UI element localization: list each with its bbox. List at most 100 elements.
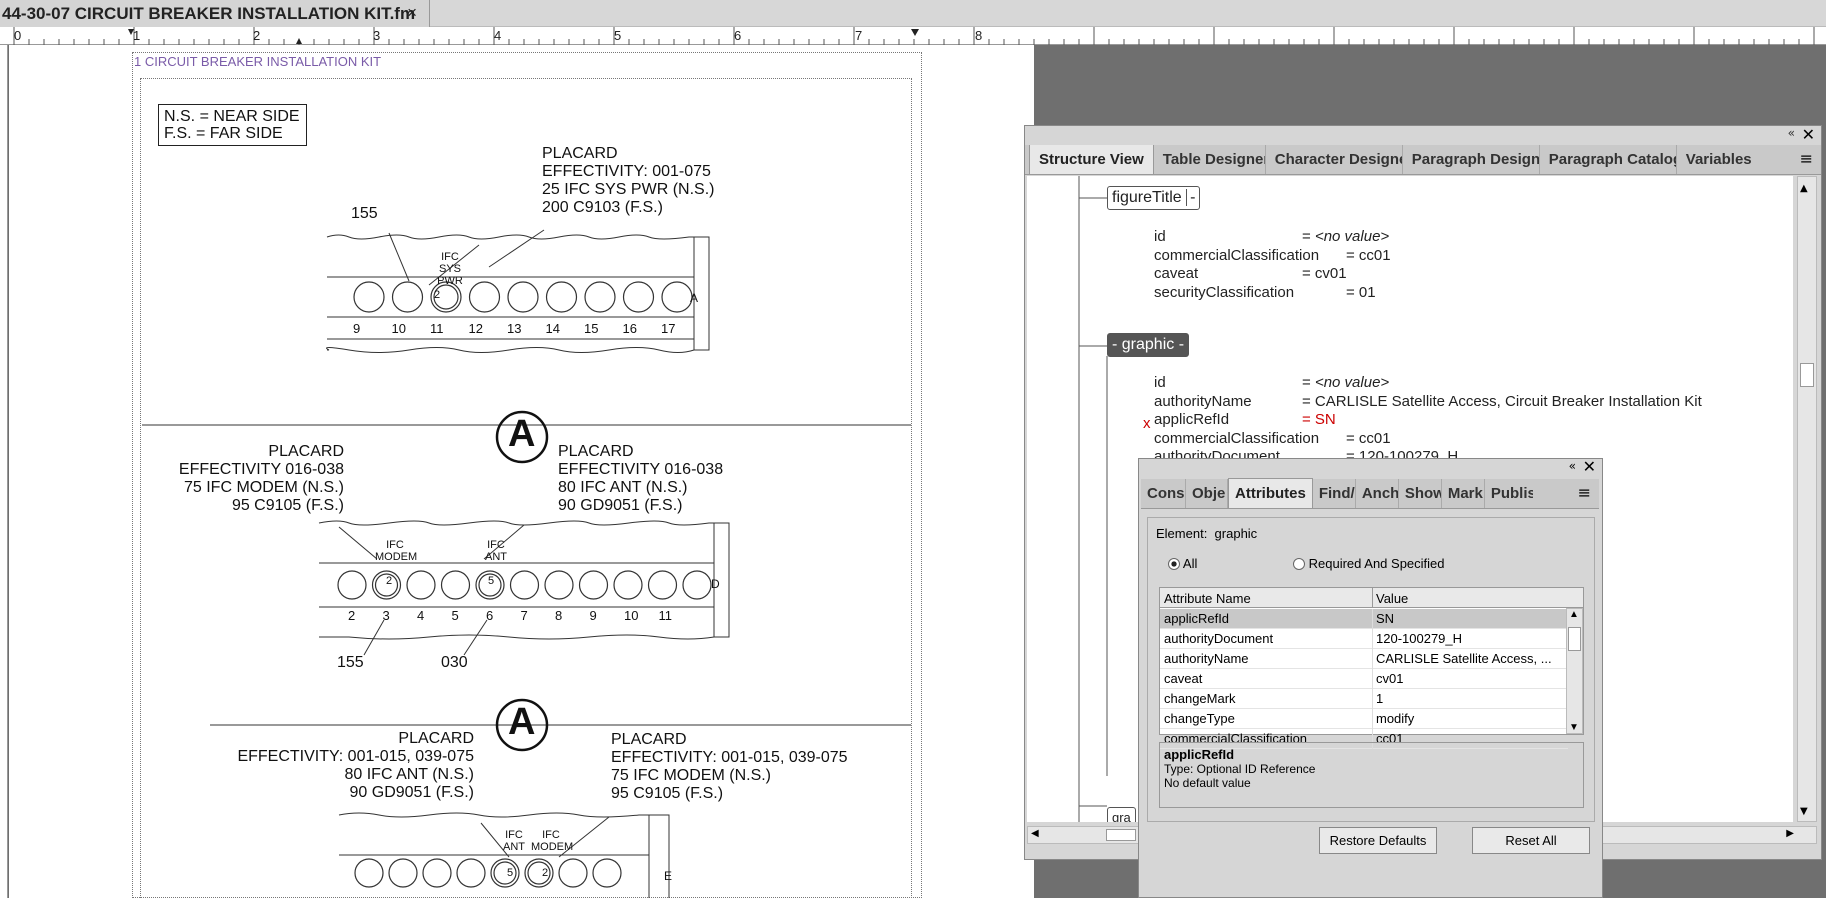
col-value[interactable]: Value	[1376, 591, 1408, 606]
breaker-number: 9	[353, 321, 361, 336]
tab-paragraph-designer[interactable]: Paragraph Designer	[1403, 145, 1540, 174]
tab-objects[interactable]: Obje	[1186, 479, 1228, 508]
table-row[interactable]: applicRefId SN	[1160, 609, 1568, 629]
table-row[interactable]: authorityName CARLISLE Satellite Access, …	[1160, 649, 1568, 669]
breaker-number: 9	[589, 608, 597, 623]
restore-defaults-button[interactable]: Restore Defaults	[1319, 827, 1437, 854]
breaker-circle	[456, 858, 486, 888]
ruler-mark: 3	[373, 28, 380, 43]
ruler-mark: 0	[14, 28, 21, 43]
breaker-number: 12	[468, 321, 483, 336]
element-figuretitle[interactable]: figureTitle -	[1107, 186, 1201, 210]
element-graphic[interactable]: - graphic -	[1107, 333, 1190, 357]
breaker-circle	[578, 570, 609, 600]
col-attribute-name[interactable]: Attribute Name	[1164, 591, 1251, 606]
breaker-circle	[509, 570, 540, 600]
attribute-line: authorityName = CARLISLE Satellite Access…	[1154, 392, 1702, 410]
tab-find[interactable]: Find/	[1313, 479, 1356, 508]
scroll-left-icon: ◀	[1031, 828, 1039, 839]
error-mark: x	[1143, 415, 1151, 432]
breaker-number: 11	[430, 321, 444, 336]
breaker-number: 6	[486, 608, 494, 623]
element-label: Element:	[1156, 526, 1208, 541]
close-panel-icon[interactable]: ✕	[1583, 457, 1596, 476]
ifc-ant-label: IFC ANT	[503, 829, 525, 853]
breaker-number: 3	[382, 608, 390, 623]
tab-stop-icon	[296, 38, 302, 44]
attribute-line: applicRefId = SN	[1154, 411, 1336, 428]
close-document-icon[interactable]: ×	[407, 3, 417, 23]
vertical-scrollbar[interactable]: ▲ ▼	[1797, 176, 1817, 822]
attribute-line: id = <no value>	[1154, 228, 1390, 245]
ruler-mark: 6	[734, 28, 741, 43]
ifc-modem-label: IFC MODEM	[531, 829, 574, 853]
tab-show[interactable]: Show	[1399, 479, 1442, 508]
tab-strip	[430, 0, 1826, 27]
collapse-panel-icon[interactable]: «	[1569, 459, 1576, 473]
scroll-thumb	[1800, 363, 1814, 387]
breaker-circle	[622, 281, 655, 313]
breaker-circle	[422, 858, 452, 888]
document-canvas[interactable]: 1 CIRCUIT BREAKER INSTALLATION KIT N.S. …	[9, 45, 1034, 898]
breaker-number: 17	[661, 321, 676, 336]
tab-paragraph-catalog[interactable]: Paragraph Catalog	[1540, 145, 1677, 174]
attribute-table[interactable]: Attribute Name Value applicRefId SN author…	[1159, 587, 1584, 749]
table-row[interactable]: authorityDocument 120-100279_H	[1160, 629, 1568, 649]
radio-icon	[1168, 558, 1180, 570]
reset-all-button[interactable]: Reset All	[1472, 827, 1590, 854]
element-graphic-2[interactable]: gra	[1107, 807, 1136, 822]
breaker-number: 5	[451, 608, 459, 623]
tab-markers[interactable]: Mark	[1442, 479, 1485, 508]
tab-variables[interactable]: Variables	[1677, 145, 1757, 174]
breaker-circle	[524, 858, 554, 888]
ruler-mark: 1	[133, 28, 140, 43]
breaker-number: 5	[488, 575, 495, 587]
breaker-circle	[406, 570, 436, 600]
breaker-number: 11	[658, 608, 673, 623]
breaker-circle	[337, 570, 367, 600]
panel-menu-icon[interactable]: ≡	[1570, 477, 1599, 508]
close-panel-icon[interactable]: ✕	[1802, 125, 1815, 144]
attributes-panel[interactable]: « ✕ Cons Obje Attributes Find/ Anch Show…	[1138, 457, 1603, 898]
tab-constraints[interactable]: Cons	[1141, 479, 1186, 508]
breaker-circle	[507, 281, 539, 313]
tab-anchored[interactable]: Anch	[1356, 479, 1399, 508]
ruler-mark: 8	[975, 28, 982, 43]
scroll-thumb	[1106, 829, 1136, 841]
panel-menu-icon[interactable]: ≡	[1792, 143, 1821, 174]
collapse-panel-icon[interactable]: «	[1788, 126, 1795, 140]
row-letter: A	[690, 291, 699, 305]
tab-attributes[interactable]: Attributes	[1228, 478, 1313, 508]
table-scrollbar[interactable]: ▲ ▼	[1566, 608, 1583, 734]
breaker-number: 15	[584, 321, 599, 336]
callout-155: 155	[337, 654, 364, 671]
table-row[interactable]: changeType modify	[1160, 709, 1568, 729]
view-a-label: A	[508, 701, 536, 743]
tab-structure-view[interactable]: Structure View	[1029, 144, 1154, 174]
breaker-circle	[558, 858, 588, 888]
breaker-number: 2	[542, 867, 549, 879]
breaker-circle	[682, 570, 712, 600]
attribute-line: id = <no value>	[1154, 374, 1390, 391]
placard-2-left: PLACARD EFFECTIVITY 016-038 75 IFC MODEM (…	[178, 443, 344, 514]
ifc-modem-label: IFC MODEM	[375, 539, 418, 563]
radio-required[interactable]: Required And Specified	[1293, 556, 1445, 571]
attribute-line: commercialClassification = cc01	[1154, 246, 1391, 264]
row-letter: D	[711, 577, 720, 591]
table-row[interactable]: changeMark 1	[1160, 689, 1568, 709]
tab-table-designer[interactable]: Table Designer	[1154, 145, 1266, 174]
breaker-number: 16	[622, 321, 637, 336]
attribute-info: applicRefId Type: Optional ID Reference …	[1159, 742, 1584, 808]
breaker-circle	[353, 281, 385, 313]
document-tab[interactable]: 44-30-07 CIRCUIT BREAKER INSTALLATION KI…	[0, 0, 430, 27]
ruler-ticks: 0 1 2 3 4 5 6 7 8	[13, 27, 1815, 45]
table-row[interactable]: caveat cv01	[1160, 669, 1568, 689]
tab-character-designer[interactable]: Character Designer	[1266, 145, 1403, 174]
breaker-circle	[391, 281, 424, 313]
breaker-circle	[354, 858, 384, 888]
scroll-down-icon: ▼	[1800, 806, 1808, 817]
breaker-number: 14	[545, 321, 560, 336]
element-name: graphic	[1214, 526, 1258, 541]
tab-publish[interactable]: Publis	[1485, 479, 1533, 508]
radio-all[interactable]: All	[1168, 556, 1197, 571]
